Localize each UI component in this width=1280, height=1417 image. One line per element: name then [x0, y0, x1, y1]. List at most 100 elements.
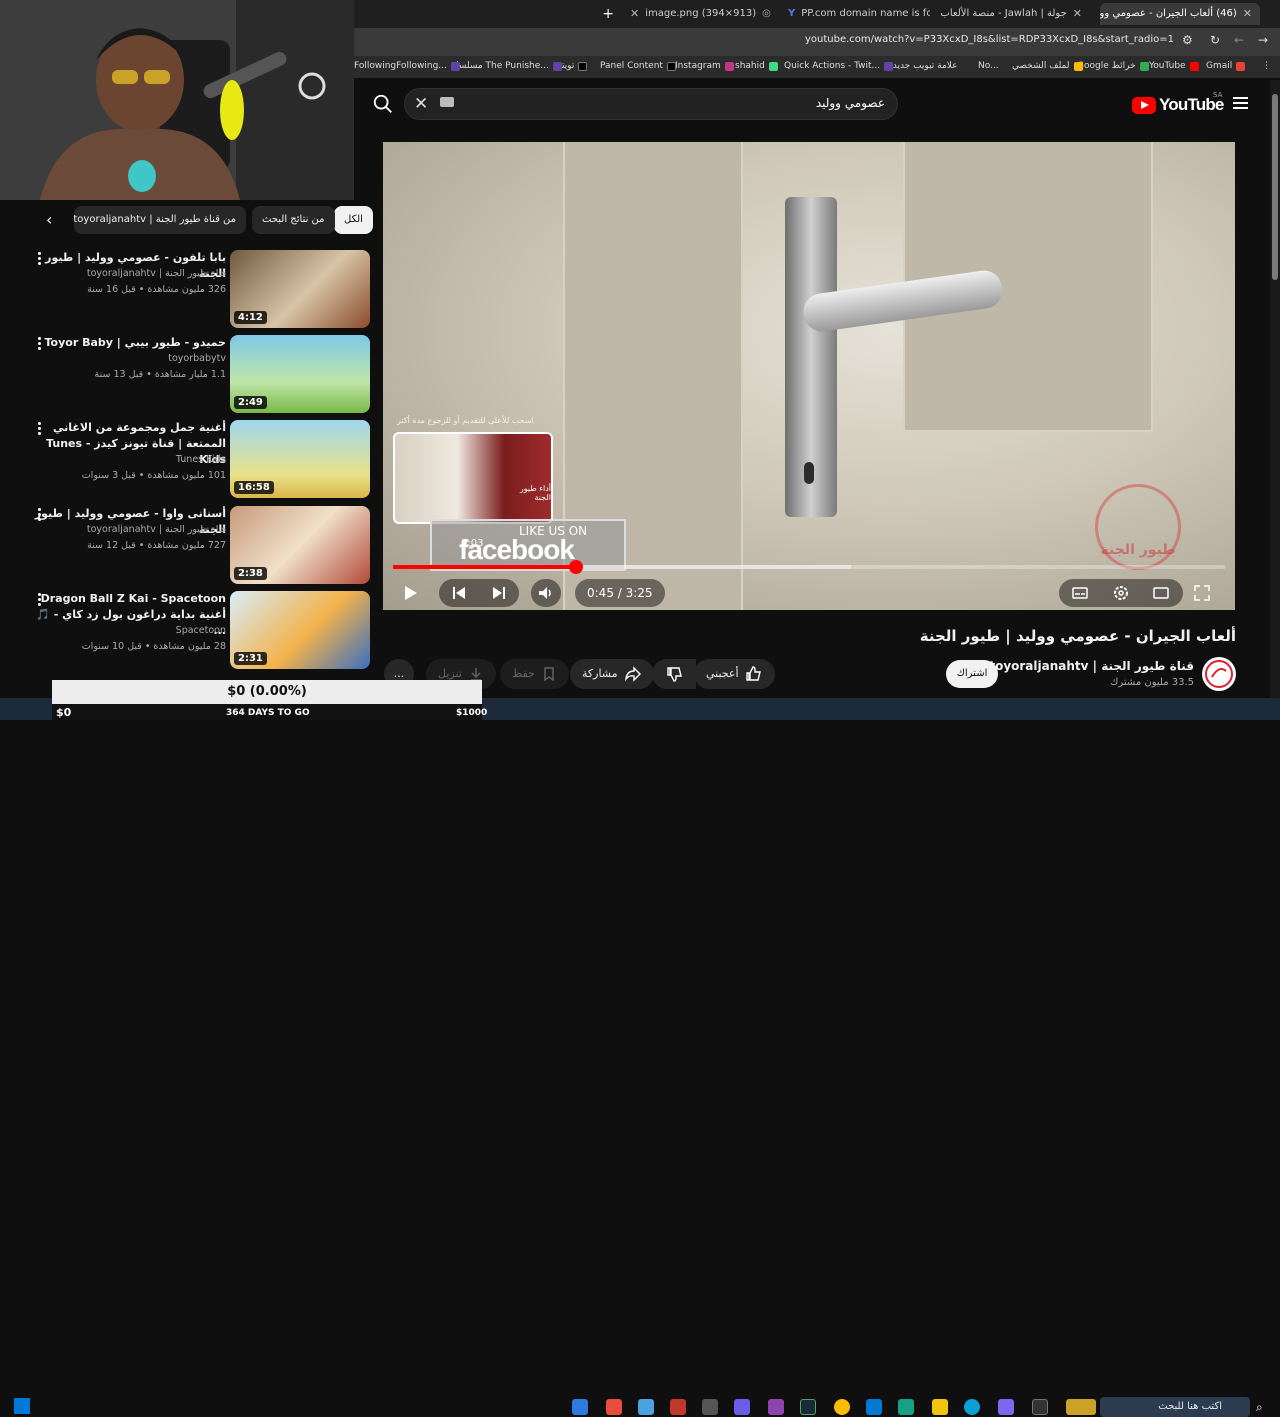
- channel-name[interactable]: Spacetoon: [26, 625, 226, 636]
- playlist-item[interactable]: 16:58 أغنية جمل ومجموعة من الاغاني الممت…: [0, 420, 372, 500]
- keyboard-icon[interactable]: [440, 97, 454, 107]
- close-tab-icon[interactable]: ✕: [1073, 3, 1082, 25]
- taskbar-app-icon[interactable]: [898, 1399, 914, 1415]
- outlook-icon[interactable]: [866, 1399, 882, 1415]
- tab-youtube[interactable]: ✕ (46) ألعاب الجيران - عصومي وو: [1100, 3, 1260, 25]
- taskbar-search-field[interactable]: اكتب هنا للبحث: [1100, 1397, 1250, 1417]
- close-tab-icon[interactable]: ✕: [1243, 3, 1252, 25]
- video-thumbnail[interactable]: 2:49: [230, 335, 370, 413]
- tab-pp-domain[interactable]: Y PP.com domain name is for sale ✕: [780, 3, 930, 25]
- task-view-icon[interactable]: [1032, 1399, 1048, 1415]
- tab-image-png[interactable]: ✕ image.png (394×913) ◎: [622, 3, 772, 25]
- bookmark-maps[interactable]: Google خرائط: [1077, 61, 1149, 71]
- seek-preview-thumbnail: أداء طيور الجنة: [393, 432, 553, 524]
- play-button[interactable]: [397, 581, 423, 605]
- page-scrollbar[interactable]: [1270, 80, 1280, 700]
- bookmark-no[interactable]: No...: [978, 61, 999, 71]
- playlist-item[interactable]: 2:49 حميدو - طيور بيبي | Toyor Baby toyo…: [0, 335, 372, 415]
- search-input[interactable]: عصومي ووليد: [404, 88, 898, 120]
- bookmark-profile[interactable]: لملف الشخصي: [1012, 61, 1083, 71]
- new-tab-button[interactable]: +: [598, 3, 618, 25]
- taskbar-app-icon[interactable]: [572, 1399, 588, 1415]
- taskbar-app-icon[interactable]: [638, 1399, 654, 1415]
- playlist-item[interactable]: 4:12 بابا تلفون - عصومي ووليد | طيور الج…: [0, 250, 372, 330]
- clear-search-icon[interactable]: ✕: [414, 94, 428, 114]
- video-thumbnail[interactable]: 16:58: [230, 420, 370, 498]
- bookmark-following[interactable]: FollowingFollowing...: [354, 61, 460, 71]
- steam-icon[interactable]: [800, 1399, 816, 1415]
- fullscreen-icon[interactable]: [1193, 584, 1211, 602]
- taskbar-app-icon[interactable]: [768, 1399, 784, 1415]
- channel-name[interactable]: toyorbabytv: [26, 353, 226, 364]
- more-bookmarks-icon[interactable]: ⋮: [1262, 61, 1271, 71]
- edge-icon[interactable]: [964, 1399, 980, 1415]
- progress-scrubber[interactable]: [569, 560, 584, 574]
- video-thumbnail[interactable]: 2:31: [230, 591, 370, 669]
- video-title[interactable]: حميدو - طيور بيبي | Toyor Baby: [26, 335, 226, 351]
- settings-gear-icon[interactable]: [1112, 584, 1130, 602]
- search-icon[interactable]: ⌕: [1256, 1400, 1263, 1415]
- chip-all[interactable]: الكل: [334, 206, 373, 234]
- bookmark-youtube[interactable]: YouTube: [1149, 61, 1199, 71]
- site-settings-icon[interactable]: ⚙: [1182, 33, 1193, 47]
- start-icon[interactable]: [14, 1398, 30, 1414]
- chrome-icon[interactable]: [834, 1399, 850, 1415]
- scrollbar-thumb[interactable]: [1272, 94, 1278, 280]
- chip-channel[interactable]: من قناة طيور الجنة | toyoraljanahtv: [73, 206, 246, 234]
- progress-bar[interactable]: [393, 560, 1225, 574]
- dislike-button[interactable]: [652, 659, 696, 689]
- channel-name-main[interactable]: قناة طيور الجنة | toyoraljanahtv ✔: [977, 659, 1194, 673]
- url-field[interactable]: youtube.com/watch?v=P33XcxD_I8s&list=RDP…: [805, 34, 1174, 45]
- bookmark-instagram[interactable]: Instagram: [675, 61, 734, 71]
- like-button[interactable]: أعجبني: [694, 659, 775, 689]
- chip-search-results[interactable]: من نتائج البحث: [252, 206, 335, 234]
- playlist-item[interactable]: 2:31 Dragon Ball Z Kai - Spacetoon أغنية…: [0, 591, 372, 671]
- next-icon[interactable]: [490, 584, 508, 602]
- bookmark-shahid[interactable]: shahid: [735, 61, 778, 71]
- save-button[interactable]: حفظ: [500, 659, 569, 689]
- theater-mode-icon[interactable]: [1152, 584, 1170, 602]
- playlist-item[interactable]: 2:38 أسنانى واوا - عصومي ووليد | طيور ال…: [0, 506, 372, 586]
- preview-caption: أداء طيور الجنة: [519, 484, 551, 502]
- tab-jawlah[interactable]: ✕ جولة | Jawlah - منصة الألعاب الت: [940, 3, 1090, 25]
- bookmark-new-tab[interactable]: علامة تبويب جديدة: [888, 61, 958, 71]
- youtube-logo[interactable]: YouTube: [1132, 95, 1224, 115]
- channel-avatar[interactable]: [1202, 657, 1236, 691]
- close-tab-icon[interactable]: ✕: [630, 3, 639, 25]
- bookmark-punisher[interactable]: مسلسل The Punishe...: [452, 61, 562, 71]
- reload-icon[interactable]: ↻: [1210, 33, 1220, 47]
- volume-button[interactable]: [531, 579, 561, 607]
- video-thumbnail[interactable]: 2:38: [230, 506, 370, 584]
- taskbar-app-icon[interactable]: [670, 1399, 686, 1415]
- share-button[interactable]: مشاركة: [570, 659, 654, 689]
- taskbar-app-icon[interactable]: [734, 1399, 750, 1415]
- bookmark-quick-actions[interactable]: Quick Actions - Twit...: [784, 61, 894, 71]
- channel-name[interactable]: قناة طيور الجنة | toyoraljanahtv: [26, 524, 226, 535]
- subscribe-button[interactable]: اشتراك: [946, 660, 998, 688]
- duration-badge: 4:12: [234, 311, 267, 324]
- shahid-icon: [768, 61, 778, 71]
- bookmark-label: Quick Actions - Twit...: [784, 61, 881, 71]
- bookmark-panel-content[interactable]: Panel Content: [600, 61, 676, 71]
- video-player[interactable]: طيور الجنة اسحب للأعلى للتقديم أو للرجوع…: [383, 142, 1235, 610]
- taskbar-app-icon[interactable]: [606, 1399, 622, 1415]
- video-thumbnail[interactable]: 4:12: [230, 250, 370, 328]
- bookmark-gmail[interactable]: Gmail: [1206, 61, 1246, 71]
- back-icon[interactable]: →: [1258, 33, 1268, 47]
- chevron-left-icon[interactable]: ‹: [46, 210, 52, 229]
- playlist-filter-chips: ‹ الكل من نتائج البحث من قناة طيور الجنة…: [0, 206, 373, 234]
- subtitles-icon[interactable]: [1071, 584, 1089, 602]
- forward-icon[interactable]: ←: [1234, 33, 1244, 47]
- bookmark-label: Panel Content: [600, 61, 663, 71]
- widgets-icon[interactable]: [1066, 1399, 1096, 1415]
- channel-name[interactable]: قناة طيور الجنة | toyoraljanahtv: [26, 268, 226, 279]
- file-explorer-icon[interactable]: [932, 1399, 948, 1415]
- taskbar-app-icon[interactable]: [998, 1399, 1014, 1415]
- previous-icon[interactable]: [450, 584, 468, 602]
- channel-name[interactable]: Tunes Kids: [26, 454, 226, 465]
- search-icon[interactable]: [372, 93, 394, 115]
- taskbar-app-icon[interactable]: [702, 1399, 718, 1415]
- hamburger-menu-icon[interactable]: [1233, 97, 1248, 109]
- twitch-icon: [450, 61, 460, 71]
- channel-name-text: قناة طيور الجنة | toyoraljanahtv: [989, 659, 1194, 673]
